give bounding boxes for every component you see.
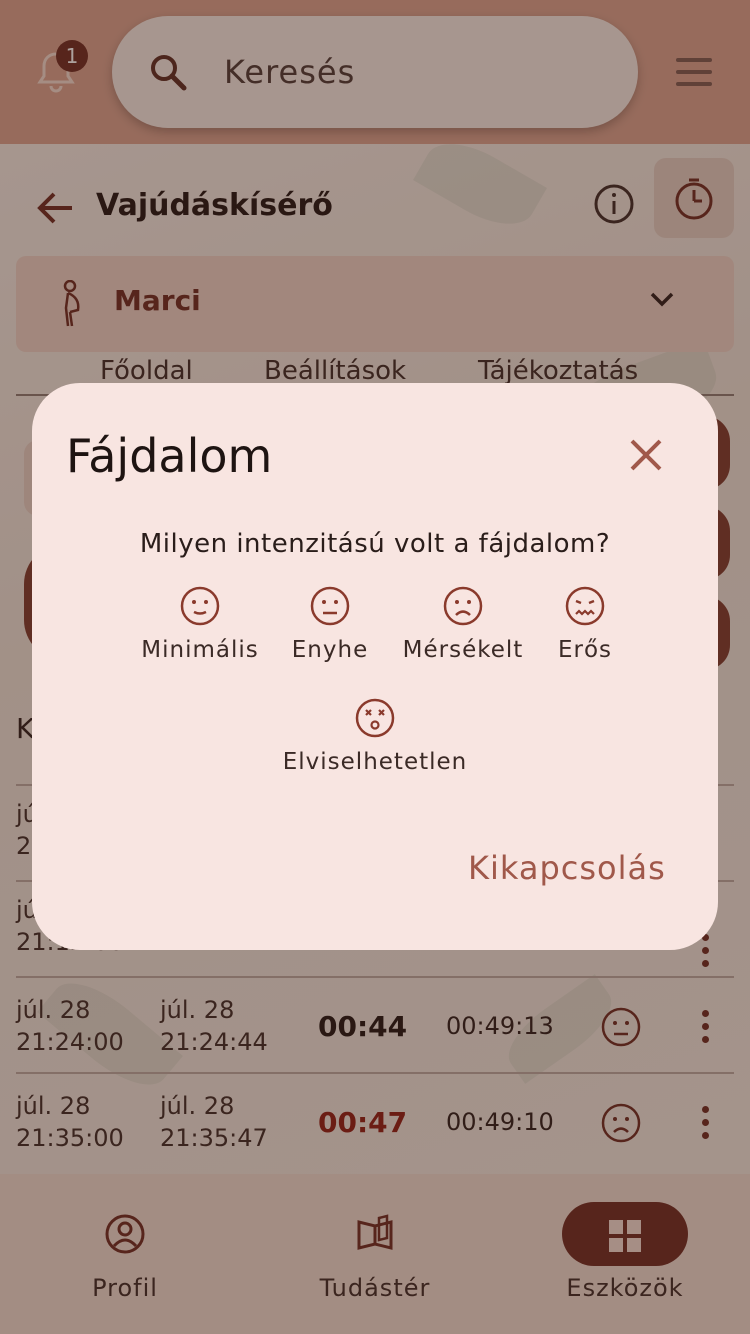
turn-off-button[interactable]: Kikapcsolás [468,849,666,887]
face-neutral-icon [310,586,350,626]
pain-option-unbearable[interactable]: Elviselhetetlen [280,697,470,775]
pain-option-minimal[interactable]: Minimális [125,585,275,663]
face-dizzy-icon [355,698,395,738]
pain-option-label: Minimális [141,637,259,663]
pain-option-mild[interactable]: Enyhe [255,585,405,663]
face-grimace-icon [565,586,605,626]
face-slight-smile-icon [180,586,220,626]
pain-option-strong[interactable]: Erős [510,585,660,663]
pain-option-label: Enyhe [291,637,369,663]
dialog-question: Milyen intenzitású volt a fájdalom? [139,529,611,559]
pain-option-label: Elviselhetetlen [282,749,468,775]
face-frown-icon [443,586,483,626]
pain-dialog: Fájdalom Milyen intenzitású volt a fájda… [32,383,718,950]
dialog-title: Fájdalom [66,429,273,483]
pain-option-label: Erős [557,637,613,663]
close-icon[interactable] [628,437,664,473]
